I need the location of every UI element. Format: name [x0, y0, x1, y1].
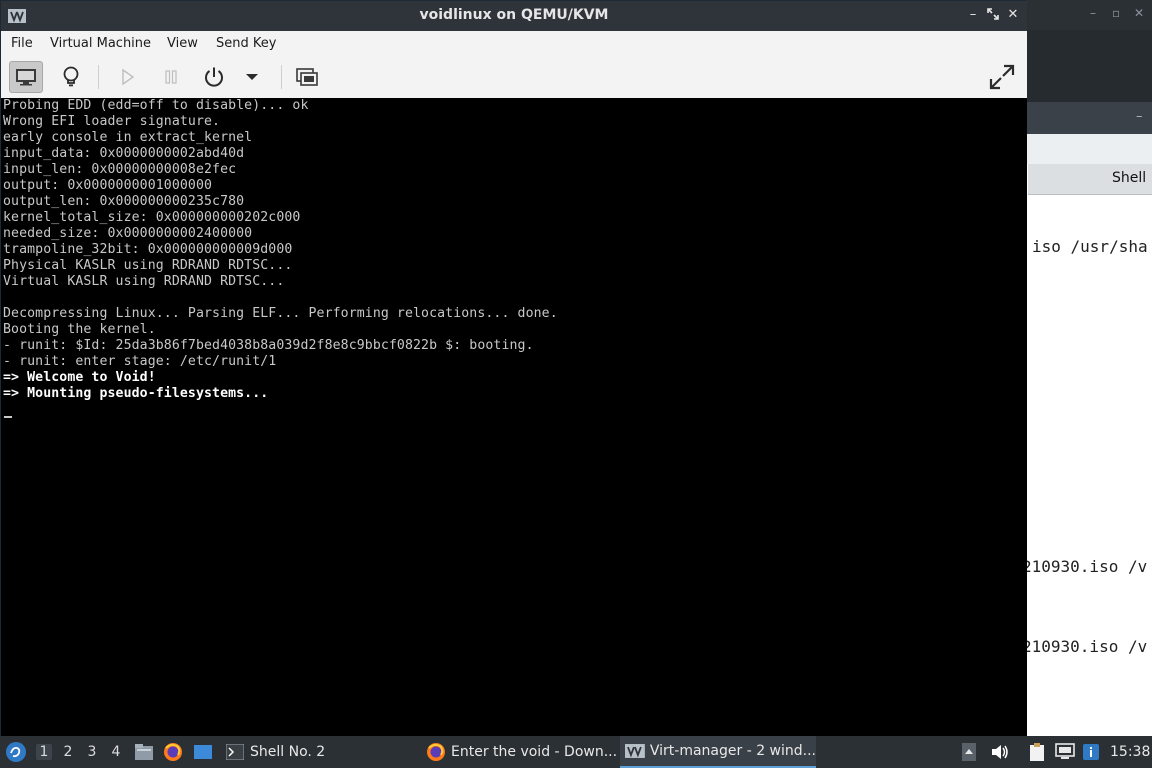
power-icon: [205, 67, 223, 87]
tray-arrow-icon: [962, 743, 976, 761]
console-line: input_data: 0x0000000002abd40d: [3, 146, 245, 161]
dropdown-arrow-icon: [246, 74, 258, 80]
console-line: output: 0x0000000001000000: [3, 178, 213, 193]
workspace-1[interactable]: 1: [36, 744, 52, 760]
workspace-4[interactable]: 4: [108, 744, 124, 760]
console-line: => Welcome to Void!: [3, 370, 156, 385]
vm-console-display[interactable]: Probing EDD (edd=off to disable)... ok W…: [1, 98, 1027, 737]
pause-button[interactable]: [154, 61, 188, 93]
tray-expander[interactable]: [962, 736, 980, 768]
terminal-line: iso /usr/sha: [1032, 237, 1148, 256]
app-menu-icon: [6, 742, 26, 762]
terminal-line: 210930.iso /v: [1026, 637, 1148, 656]
background-window-toolbar: –: [1026, 102, 1152, 134]
console-icon: [16, 69, 36, 86]
background-window-tabbar: [1026, 134, 1152, 164]
vm-window[interactable]: voidlinux on QEMU/KVM – ✕ File Virtual M…: [0, 0, 1027, 737]
tab-shell[interactable]: Shell N: [1028, 164, 1152, 195]
console-button[interactable]: [9, 61, 43, 93]
tab-shell-label: Shell N: [1112, 170, 1152, 186]
background-terminal[interactable]: iso /usr/sha 210930.iso /v 210930.iso /v: [1026, 195, 1152, 736]
firefox-icon: [427, 743, 445, 761]
clipboard-icon: [1030, 743, 1044, 761]
minimize-icon[interactable]: –: [966, 8, 980, 22]
virt-manager-icon: [625, 744, 645, 758]
fullscreen-button[interactable]: [985, 61, 1019, 93]
display-icon: [1055, 743, 1075, 759]
run-button[interactable]: [110, 61, 144, 93]
console-line: Virtual KASLR using RDRAND RDTSC...: [3, 274, 285, 289]
close-icon[interactable]: ✕: [1134, 6, 1144, 20]
clipboard-button[interactable]: [1028, 736, 1050, 768]
clock-time: 15:38: [1110, 744, 1151, 760]
console-line: Wrong EFI loader signature.: [3, 114, 221, 129]
console-line: output_len: 0x000000000235c780: [3, 194, 245, 209]
background-window-titlebar[interactable]: – ▫ ✕: [1026, 0, 1152, 30]
firefox-launcher[interactable]: [163, 736, 185, 768]
file-manager-launcher[interactable]: [134, 736, 156, 768]
task-shell-label: Shell No. 2: [250, 744, 326, 760]
whisker-menu-button[interactable]: [5, 736, 29, 768]
workspace-2[interactable]: 2: [60, 744, 76, 760]
console-line: trampoline_32bit: 0x000000000009d000: [3, 242, 293, 257]
fullscreen-icon: [989, 64, 1015, 90]
window-titlebar[interactable]: voidlinux on QEMU/KVM – ✕: [1, 1, 1027, 31]
console-line: kernel_total_size: 0x000000000202c000: [3, 210, 301, 225]
desktop-icon: [194, 745, 212, 759]
pause-icon: [165, 70, 177, 84]
minimize-icon[interactable]: –: [1090, 6, 1096, 20]
console-line: - runit: enter stage: /etc/runit/1: [3, 354, 277, 369]
details-bulb-icon: [63, 66, 79, 87]
maximize-icon[interactable]: [986, 8, 1000, 22]
toolbar: [1, 57, 1027, 99]
console-line: Booting the kernel.: [3, 322, 156, 337]
power-options-dropdown[interactable]: [237, 61, 267, 93]
terminal-line: 210930.iso /v: [1026, 557, 1148, 576]
background-window-header: [1026, 30, 1152, 102]
restore-icon[interactable]: ▫: [1112, 6, 1120, 20]
display-button[interactable]: [1055, 736, 1077, 768]
console-line: input_len: 0x00000000008e2fec: [3, 162, 237, 177]
volume-icon: [992, 745, 1008, 759]
menu-send-key[interactable]: Send Key: [216, 36, 276, 51]
console-line: Probing EDD (edd=off to disable)... ok: [3, 98, 309, 113]
file-manager-icon: [135, 744, 153, 760]
menu-file[interactable]: File: [11, 36, 33, 51]
task-firefox[interactable]: Enter the void - Down...: [422, 736, 618, 768]
console-line: early console in extract_kernel: [3, 130, 253, 145]
workspace-3[interactable]: 3: [84, 744, 100, 760]
clock[interactable]: 15:38: [1110, 736, 1150, 768]
firefox-icon: [164, 743, 182, 761]
window-title: voidlinux on QEMU/KVM: [419, 7, 609, 23]
console-line: => Mounting pseudo-filesystems...: [3, 386, 269, 401]
snapshot-button[interactable]: [290, 61, 324, 93]
console-line: Physical KASLR using RDRAND RDTSC...: [3, 258, 293, 273]
info-icon: [1083, 744, 1099, 760]
power-button[interactable]: [197, 61, 231, 93]
background-window[interactable]: – ▫ ✕ – Shell N iso /usr/sha 210930.iso …: [1026, 0, 1152, 736]
toolbar-separator: [98, 65, 99, 89]
notifications-button[interactable]: [1082, 736, 1104, 768]
toolbar-separator: [281, 65, 282, 89]
console-line: - runit: $Id: 25da3b86f7bed4038b8a039d2f…: [3, 338, 534, 353]
menu-virtual-machine[interactable]: Virtual Machine: [50, 36, 151, 51]
show-desktop-button[interactable]: [193, 736, 215, 768]
run-icon: [122, 68, 135, 86]
snapshot-icon: [296, 68, 318, 86]
volume-button[interactable]: [990, 736, 1012, 768]
console-cursor: [4, 416, 12, 418]
task-virt-manager[interactable]: Virt-manager - 2 wind...: [620, 736, 816, 768]
taskbar: 1 2 3 4 Shell No. 2 Enter the void - Dow…: [0, 736, 1152, 768]
terminal-icon: [226, 744, 244, 760]
task-virt-manager-label: Virt-manager - 2 wind...: [649, 743, 816, 759]
console-line: Decompressing Linux... Parsing ELF... Pe…: [3, 306, 558, 321]
close-icon[interactable]: ✕: [1006, 8, 1020, 22]
task-shell[interactable]: Shell No. 2: [222, 736, 418, 768]
console-line: needed_size: 0x0000000002400000: [3, 226, 253, 241]
menubar: File Virtual Machine View Send Key: [1, 31, 1027, 57]
details-button[interactable]: [54, 61, 88, 93]
menu-view[interactable]: View: [167, 36, 198, 51]
task-firefox-label: Enter the void - Down...: [451, 744, 618, 760]
